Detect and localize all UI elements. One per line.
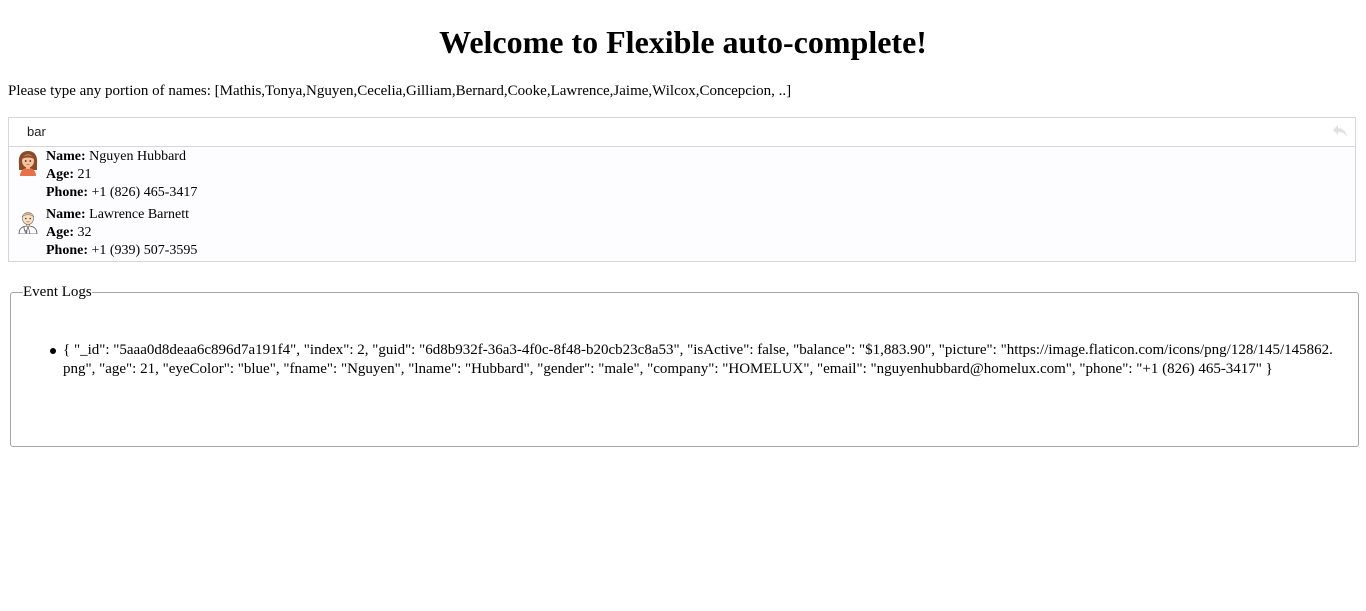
phone-label: Phone: [46, 243, 88, 258]
result-age-value: 32 [77, 225, 92, 240]
result-phone-row: Phone: +1 (826) 465-3417 [46, 184, 197, 202]
name-label: Name: [46, 207, 86, 222]
result-phone-row: Phone: +1 (939) 507-3595 [46, 242, 197, 260]
result-details: Name: Nguyen Hubbard Age: 21 Phone: +1 (… [46, 148, 197, 202]
result-phone-value: +1 (939) 507-3595 [91, 243, 198, 258]
event-logs-legend: Event Logs [23, 284, 92, 300]
page-title: Welcome to Flexible auto-complete! [439, 24, 927, 60]
result-name-row: Name: Lawrence Barnett [46, 206, 197, 224]
page: Welcome to Flexible auto-complete! Pleas… [0, 0, 1366, 611]
result-age-row: Age: 32 [46, 224, 197, 242]
result-name-value: Lawrence Barnett [89, 207, 190, 222]
undo-arrow-icon[interactable] [1331, 123, 1349, 139]
name-label: Name: [46, 149, 86, 164]
female-avatar-icon [16, 150, 40, 176]
autocomplete-search-input[interactable] [9, 118, 1355, 145]
event-log-text: { "_id": "5aaa0d8deaa6c896d7a191f4", "in… [63, 342, 1333, 377]
instructions-text: Please type any portion of names: [Mathi… [8, 83, 792, 99]
result-phone-value: +1 (826) 465-3417 [91, 185, 198, 200]
male-doctor-avatar-icon [16, 208, 40, 235]
result-details: Name: Lawrence Barnett Age: 32 Phone: +1… [46, 206, 197, 260]
result-item-lawrence-barnett[interactable]: Name: Lawrence Barnett Age: 32 Phone: +1… [9, 205, 1355, 263]
event-logs-panel: Event Logs { "_id": "5aaa0d8deaa6c896d7a… [10, 284, 1359, 447]
age-label: Age: [46, 167, 74, 182]
autocomplete-input-wrapper [9, 118, 1355, 147]
result-item-nguyen-hubbard[interactable]: Name: Nguyen Hubbard Age: 21 Phone: +1 (… [9, 147, 1355, 205]
autocomplete-widget: Name: Nguyen Hubbard Age: 21 Phone: +1 (… [8, 117, 1356, 262]
bullet-icon [50, 348, 56, 354]
age-label: Age: [46, 225, 74, 240]
phone-label: Phone: [46, 185, 88, 200]
result-age-value: 21 [77, 167, 92, 182]
result-name-value: Nguyen Hubbard [89, 149, 186, 164]
autocomplete-results-list: Name: Nguyen Hubbard Age: 21 Phone: +1 (… [9, 147, 1355, 263]
result-age-row: Age: 21 [46, 166, 197, 184]
result-name-row: Name: Nguyen Hubbard [46, 148, 197, 166]
event-log-list: { "_id": "5aaa0d8deaa6c896d7a191f4", "in… [48, 341, 1338, 379]
event-log-entry: { "_id": "5aaa0d8deaa6c896d7a191f4", "in… [48, 341, 1338, 379]
